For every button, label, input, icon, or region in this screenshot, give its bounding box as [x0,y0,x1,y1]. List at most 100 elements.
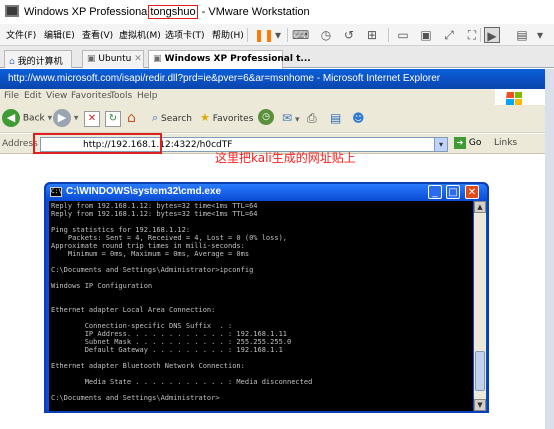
vm-icon: ▣ [87,54,96,64]
go-arrow-icon: ➔ [454,137,466,149]
vmware-tabbar: ⌂ 我的计算机 ▣ Ubuntu ✕ ▣ Windows XP Professi… [0,46,554,69]
scroll-down-icon[interactable]: ▼ [474,399,486,411]
search-button[interactable]: ⌕ Search [152,111,192,131]
scroll-thumb[interactable] [475,351,485,391]
menu-tabs[interactable]: 选项卡(T) [165,28,205,41]
history-icon: ◷ [258,109,274,125]
back-arrow-icon: ◀ [2,109,20,127]
tab-label: 我的计算机 [17,57,63,67]
cmd-scrollbar[interactable]: ▲ ▼ [474,201,486,411]
cmd-app-icon: C:\ [50,187,62,197]
mail-button[interactable]: ✉ ▾ [282,111,299,131]
console-line: Reply from 192.168.1.12: bytes=32 time<1… [51,202,258,210]
toolbar-divider [287,28,288,42]
history-button[interactable]: ◷ [258,109,274,129]
tab-windows-xp[interactable]: ▣ Windows XP Professional t... [148,50,311,69]
edit-icon: ▤ [330,111,342,125]
tab-label: Windows XP Professional t... [164,54,311,64]
minimize-button[interactable]: _ [428,185,442,199]
thumbnail-dropdown-icon[interactable]: ▾ [532,27,548,43]
menu-ie-edit[interactable]: Edit [24,91,41,101]
search-icon: ⌕ [152,111,159,124]
mail-icon: ✉ [282,111,293,125]
console-line: Windows IP Configuration [51,282,153,290]
console-view-icon[interactable]: ▶ [484,27,500,43]
cmd-console[interactable]: Reply from 192.168.1.12: bytes=32 time<1… [49,201,473,411]
snapshot-manager-icon[interactable]: ⊞ [364,27,380,43]
power-dropdown-icon[interactable]: ▾ [270,27,286,43]
home-button[interactable]: ⌂ [127,109,136,129]
menu-ie-file[interactable]: File [4,91,19,101]
menu-ie-view[interactable]: View [46,91,67,101]
back-button[interactable]: ◀ Back ▾ [2,109,52,129]
unity-icon[interactable]: ▣ [418,27,434,43]
console-line: Media State . . . . . . . . . . . : Medi… [51,378,313,386]
menu-view[interactable]: 查看(V) [82,28,113,41]
console-line: Ethernet adapter Local Area Connection: [51,306,216,314]
menu-edit[interactable]: 编辑(E) [44,28,75,41]
stretch-icon[interactable]: ⤢ [441,27,457,43]
edit-button[interactable]: ▤ [330,111,341,131]
cmd-titlebar[interactable]: C:\ C:\WINDOWS\system32\cmd.exe _ □ ✕ [46,184,487,200]
tab-label: Ubuntu [98,54,132,64]
home-icon: ⌂ [9,57,15,67]
send-keys-icon[interactable]: ⌨ [292,27,309,43]
toolbar-divider [388,28,389,42]
tab-my-computer[interactable]: ⌂ 我的计算机 [4,50,72,68]
refresh-button[interactable]: ↻ [105,109,121,129]
chevron-down-icon: ▾ [73,113,79,124]
vmware-titlebar: Windows XP Professiona tongshuo - VMware … [0,0,554,24]
forward-button[interactable]: ▶ ▾ [53,109,78,129]
full-screen-icon[interactable]: ▭ [395,27,411,43]
star-icon: ★ [200,111,210,124]
links-button[interactable]: Links [494,138,517,148]
menu-help[interactable]: 帮助(H) [212,28,244,41]
console-line: Packets: Sent = 4, Received = 4, Lost = … [51,234,288,242]
console-line: Default Gateway . . . . . . . . . : 192.… [51,346,283,354]
vmware-side-edge [545,69,554,429]
pause-icon[interactable]: ❚❚ [254,27,274,43]
menu-file[interactable]: 文件(F) [6,28,36,41]
menu-ie-tools[interactable]: Tools [110,91,132,101]
cmd-window: C:\ C:\WINDOWS\system32\cmd.exe _ □ ✕ Re… [44,182,489,413]
print-button[interactable]: ⎙ [307,111,317,131]
menu-ie-favorites[interactable]: Favorites [71,91,112,101]
console-line: Approximate round trip times in milli-se… [51,242,245,250]
messenger-button[interactable]: ☻ [352,111,365,131]
address-dropdown-icon[interactable]: ▾ [434,138,447,151]
console-line: Reply from 192.168.1.12: bytes=32 time<1… [51,210,258,218]
chevron-down-icon: ▾ [294,115,300,125]
go-button[interactable]: ➔ Go [454,137,481,149]
console-line: Subnet Mask . . . . . . . . . . . : 255.… [51,338,292,346]
home-icon: ⌂ [127,110,136,126]
close-tab-icon[interactable]: ✕ [134,54,142,64]
console-line: C:\Documents and Settings\Administrator> [51,394,220,402]
vmware-app-icon [5,5,19,17]
close-button[interactable]: ✕ [465,185,479,199]
console-line: Ping statistics for 192.168.1.12: [51,226,191,234]
toolbar-divider [480,28,481,42]
stop-icon: ✕ [84,111,100,127]
chevron-down-icon: ▾ [47,113,53,124]
scroll-up-icon[interactable]: ▲ [474,201,486,213]
favorites-button[interactable]: ★ Favorites [200,111,253,131]
revert-snapshot-icon[interactable]: ↺ [341,27,357,43]
thumbnail-view-icon[interactable]: ▤ [514,27,530,43]
stop-button[interactable]: ✕ [84,109,100,129]
cmd-window-title: C:\WINDOWS\system32\cmd.exe [66,186,222,197]
menu-vm[interactable]: 虚拟机(M) [119,28,161,41]
menu-ie-help[interactable]: Help [137,91,158,101]
forward-arrow-icon: ▶ [53,109,71,127]
fit-guest-icon[interactable]: ⛶ [464,27,480,43]
maximize-button[interactable]: □ [446,185,460,199]
snapshot-icon[interactable]: ◷ [318,27,334,43]
console-line: Minimum = 0ms, Maximum = 0ms, Average = … [51,250,250,258]
tab-ubuntu[interactable]: ▣ Ubuntu ✕ [82,50,144,68]
